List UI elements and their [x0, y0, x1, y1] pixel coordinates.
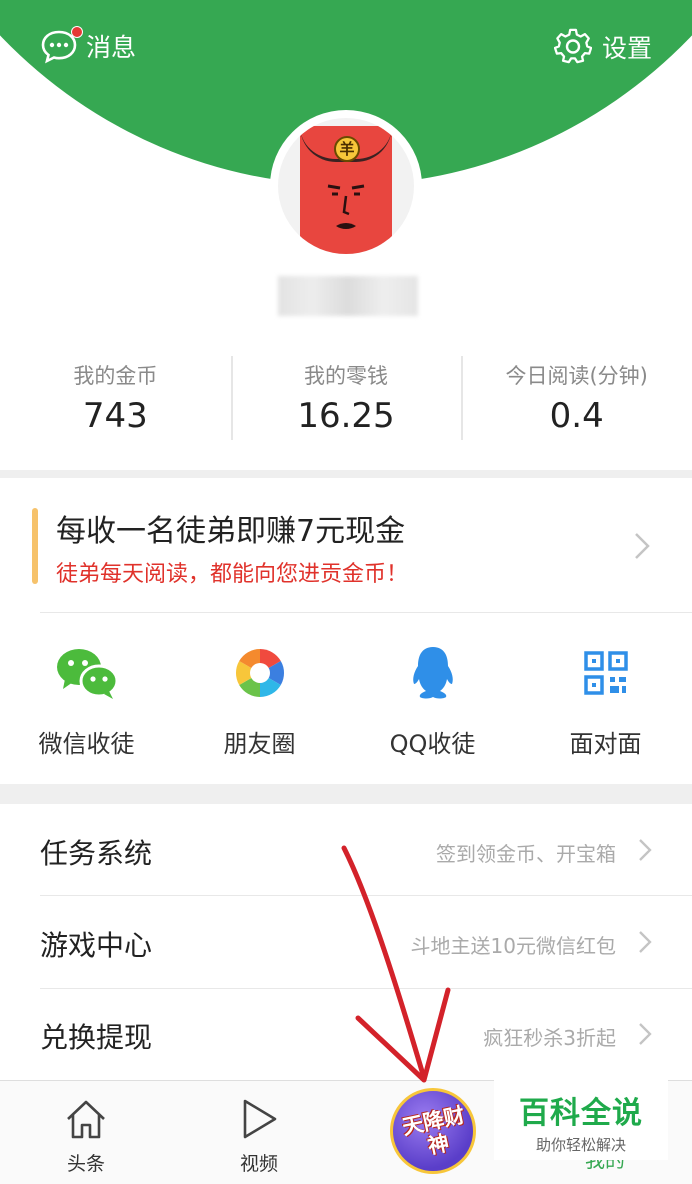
share-label: 朋友圈 — [223, 730, 296, 758]
menu-item-redeem[interactable]: 兑换提现 疯狂秒杀3折起 — [0, 988, 692, 1080]
invite-title: 每收一名徒弟即赚7元现金 — [56, 514, 406, 549]
home-icon — [31, 1097, 141, 1143]
share-face-to-face[interactable]: 面对面 — [519, 636, 692, 766]
moments-icon — [173, 640, 346, 706]
tab-headlines[interactable]: 头条 — [31, 1081, 141, 1184]
share-qq[interactable]: QQ收徒 — [346, 636, 519, 766]
messages-label: 消息 — [86, 33, 137, 62]
red-envelope-picture: 羊 — [300, 126, 392, 254]
menu-item-tasks[interactable]: 任务系统 签到领金币、开宝箱 — [0, 804, 692, 896]
face-drawing — [327, 184, 365, 229]
tab-label: 视频 — [239, 1153, 278, 1175]
share-label: QQ收徒 — [389, 730, 476, 758]
stat-reading-minutes[interactable]: 今日阅读(分钟) 0.4 — [461, 356, 692, 440]
tab-video[interactable]: 视频 — [204, 1081, 314, 1184]
menu-subtitle: 疯狂秒杀3折起 — [483, 1026, 616, 1050]
divider — [40, 612, 692, 613]
messages-button[interactable]: 消息 — [40, 26, 137, 64]
avatar[interactable]: 羊 — [270, 110, 422, 262]
qrcode-icon — [519, 640, 692, 706]
stat-value: 0.4 — [549, 396, 604, 436]
stat-label: 我的零钱 — [304, 364, 388, 388]
watermark-subtitle: 助你轻松解决 — [535, 1136, 626, 1154]
share-wechat[interactable]: 微信收徒 — [0, 636, 173, 766]
chevron-right-icon — [635, 533, 650, 559]
share-moments[interactable]: 朋友圈 — [173, 636, 346, 766]
chevron-right-icon — [639, 839, 652, 861]
menu-title: 游戏中心 — [40, 929, 153, 962]
menu-subtitle: 斗地主送10元微信红包 — [410, 934, 616, 958]
profile-header: 消息 设置 羊 我的金币 743 我的零钱 16.25 今日阅读(分钟) 0.4 — [0, 0, 692, 470]
menu-title: 兑换提现 — [40, 1021, 153, 1054]
menu-item-games[interactable]: 游戏中心 斗地主送10元微信红包 — [0, 896, 692, 988]
stat-value: 743 — [82, 396, 148, 436]
stat-coins[interactable]: 我的金币 743 — [0, 356, 231, 440]
watermark-title: 百科全说 — [519, 1096, 643, 1131]
menu-subtitle: 签到领金币、开宝箱 — [436, 842, 616, 866]
settings-button[interactable]: 设置 — [553, 28, 652, 66]
accent-bar — [32, 508, 38, 584]
message-icon — [40, 26, 83, 64]
play-icon — [204, 1097, 314, 1143]
gear-icon — [553, 28, 592, 66]
wechat-icon — [0, 640, 173, 706]
share-label: 微信收徒 — [38, 730, 135, 758]
stat-label: 今日阅读(分钟) — [505, 364, 648, 388]
invite-banner[interactable]: 每收一名徒弟即赚7元现金 徒弟每天阅读，都能向您进贡金币！ — [32, 506, 660, 587]
stat-value: 16.25 — [297, 396, 395, 436]
invite-card: 每收一名徒弟即赚7元现金 徒弟每天阅读，都能向您进贡金币！ 微信收徒 朋友圈 Q… — [0, 478, 692, 784]
tab-label: 头条 — [66, 1153, 105, 1175]
watermark-logo: 百科全说 助你轻松解决 — [494, 1078, 668, 1160]
share-label: 面对面 — [569, 730, 642, 758]
unread-dot — [71, 26, 83, 38]
chevron-right-icon — [639, 931, 652, 953]
qq-icon — [346, 640, 519, 706]
menu-list: 任务系统 签到领金币、开宝箱 游戏中心 斗地主送10元微信红包 兑换提现 疯狂秒… — [0, 804, 692, 1080]
invite-subtitle: 徒弟每天阅读，都能向您进贡金币！ — [56, 562, 409, 587]
promo-text: 天降财神 — [400, 1102, 467, 1159]
promo-fortune-button[interactable]: 天降财神 — [390, 1088, 476, 1174]
menu-title: 任务系统 — [40, 837, 153, 870]
settings-label: 设置 — [601, 34, 652, 63]
chevron-right-icon — [639, 1023, 652, 1045]
share-row: 微信收徒 朋友圈 QQ收徒 面对面 — [0, 636, 692, 766]
avatar-image: 羊 — [278, 118, 414, 254]
stat-label: 我的金币 — [73, 364, 158, 388]
stat-change[interactable]: 我的零钱 16.25 — [230, 356, 462, 440]
username-blurred — [278, 276, 418, 316]
stats-row: 我的金币 743 我的零钱 16.25 今日阅读(分钟) 0.4 — [0, 356, 692, 440]
avatar-badge: 羊 — [334, 136, 360, 162]
